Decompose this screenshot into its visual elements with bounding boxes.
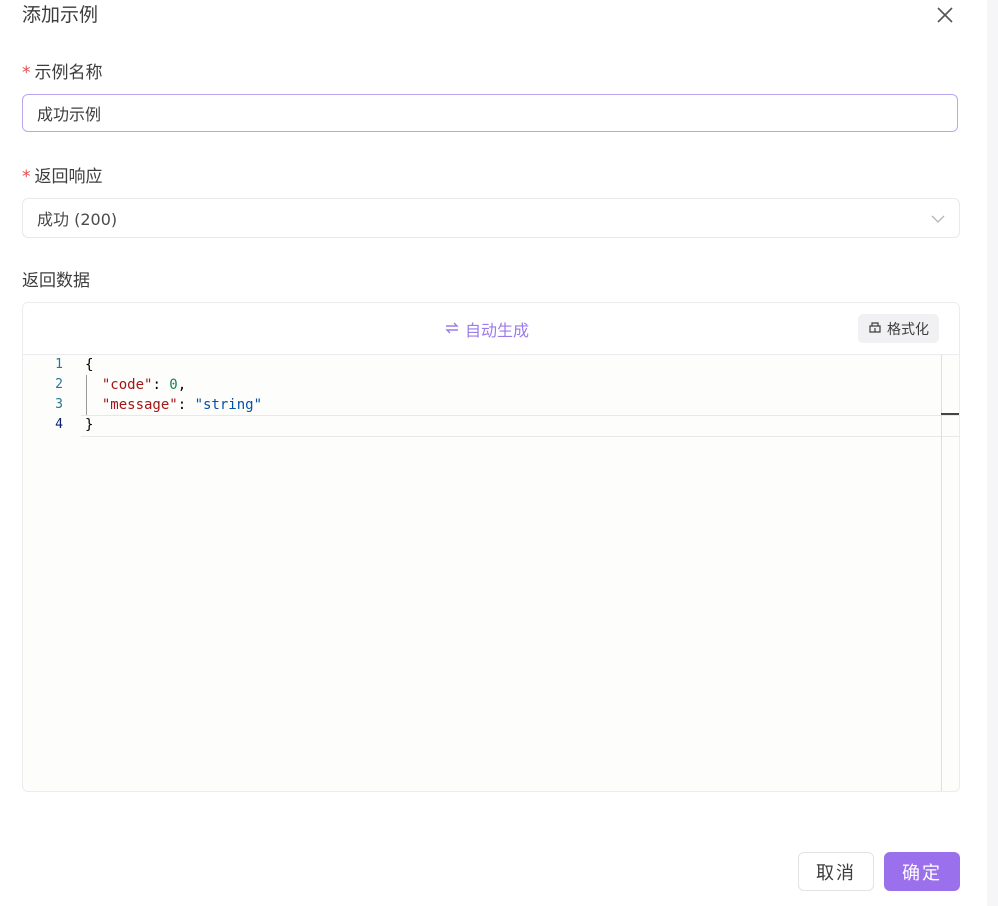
line-number: 3 <box>55 397 63 412</box>
example-name-input[interactable] <box>22 94 958 132</box>
json-key: "code" <box>101 377 153 393</box>
code-editor[interactable]: 1 { 2 "code": 0, 3 "message": "string" 4… <box>23 355 959 791</box>
required-mark: * <box>22 63 31 83</box>
brush-icon <box>868 320 882 338</box>
chevron-down-icon <box>931 209 945 228</box>
editor-scrollbar[interactable] <box>941 355 942 791</box>
code-text: "message": "string" <box>101 397 263 413</box>
current-line-highlight <box>81 415 959 437</box>
response-data-label: 返回数据 <box>22 271 90 291</box>
close-icon[interactable] <box>934 4 956 26</box>
auto-generate-label: 自动生成 <box>465 321 530 340</box>
swap-icon <box>444 320 460 339</box>
auto-generate-button[interactable]: 自动生成 <box>444 317 529 341</box>
line-number: 1 <box>55 357 63 372</box>
response-label-text: 返回响应 <box>34 167 103 187</box>
cancel-button[interactable]: 取消 <box>798 852 874 891</box>
overview-ruler-marker <box>941 413 959 415</box>
confirm-button[interactable]: 确定 <box>884 852 960 891</box>
response-label: * 返回响应 <box>22 165 103 189</box>
response-select[interactable]: 成功 (200) <box>22 198 960 238</box>
line-number: 4 <box>55 417 63 432</box>
code-text: } <box>85 417 94 433</box>
example-name-label: * 示例名称 <box>22 61 103 85</box>
json-key: "message" <box>101 397 178 413</box>
edge-strip <box>987 0 998 906</box>
json-number: 0 <box>169 377 178 393</box>
dialog-title: 添加示例 <box>22 4 99 26</box>
required-mark: * <box>22 167 31 187</box>
code-text: "code": 0, <box>101 377 187 393</box>
code-text: { <box>85 357 94 373</box>
example-name-label-text: 示例名称 <box>34 63 103 83</box>
response-data-panel: 自动生成 格式化 1 { 2 "code": 0, 3 "message": "… <box>22 302 960 792</box>
line-number: 2 <box>55 377 63 392</box>
format-button[interactable]: 格式化 <box>858 314 939 343</box>
format-label: 格式化 <box>887 321 929 338</box>
response-select-value: 成功 (200) <box>37 210 118 229</box>
json-string: "string" <box>194 397 263 413</box>
editor-toolbar: 自动生成 格式化 <box>23 303 959 355</box>
